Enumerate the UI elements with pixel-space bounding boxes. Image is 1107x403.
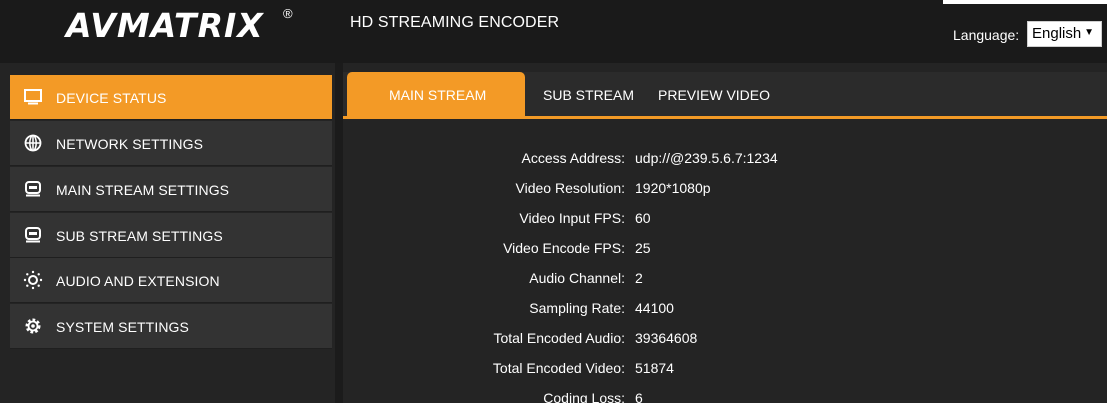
tab-main-stream[interactable]: MAIN STREAM: [347, 72, 525, 116]
status-row: Access Address: udp://@239.5.6.7:1234: [343, 145, 1107, 175]
sidebar-item-system-settings[interactable]: SYSTEM SETTINGS: [10, 304, 332, 349]
sidebar-item-device-status[interactable]: DEVICE STATUS: [10, 75, 332, 120]
status-row: Audio Channel: 2: [343, 265, 1107, 295]
status-value: 60: [635, 210, 651, 226]
device-status-content: Access Address: udp://@239.5.6.7:1234 Vi…: [343, 122, 1107, 403]
status-value: 2: [635, 270, 643, 286]
language-select[interactable]: English ▼: [1027, 21, 1102, 47]
tab-label: SUB STREAM: [543, 87, 635, 103]
sidebar-item-sub-stream-settings[interactable]: SUB STREAM SETTINGS: [10, 213, 332, 258]
header-bar: AVMATRIX ® HD STREAMING ENCODER Language…: [0, 0, 1107, 63]
status-key: Video Resolution:: [515, 180, 625, 196]
tab-label: PREVIEW VIDEO: [658, 87, 771, 103]
status-row: Video Resolution: 1920*1080p: [343, 175, 1107, 205]
globe-icon: [24, 134, 42, 152]
sidebar-item-main-stream-settings[interactable]: MAIN STREAM SETTINGS: [10, 167, 332, 212]
gear-icon: [25, 318, 41, 334]
sun-icon: [23, 270, 43, 290]
drive-icon: [25, 181, 41, 197]
brand-logo: AVMATRIX: [66, 6, 264, 45]
monitor-icon: [24, 89, 42, 105]
sidebar-divider: [335, 63, 343, 403]
status-key: Access Address:: [521, 150, 626, 166]
status-value: 25: [635, 240, 651, 256]
status-value: 6: [635, 390, 643, 403]
status-row: Video Encode FPS: 25: [343, 235, 1107, 265]
sidebar-item-label: AUDIO AND EXTENSION: [56, 273, 220, 289]
status-key: Total Encoded Audio:: [493, 330, 625, 346]
status-key: Total Encoded Video:: [492, 360, 625, 376]
registered-mark: ®: [283, 6, 293, 21]
sidebar-item-label: MAIN STREAM SETTINGS: [56, 182, 230, 198]
status-value: 1920*1080p: [635, 180, 711, 196]
status-value: udp://@239.5.6.7:1234: [635, 150, 778, 166]
language-label: Language:: [953, 27, 1020, 43]
tab-label: MAIN STREAM: [389, 87, 487, 103]
tab-preview-video[interactable]: PREVIEW VIDEO: [643, 72, 773, 116]
status-row: Total Encoded Audio: 39364608: [343, 325, 1107, 355]
tab-sub-stream[interactable]: SUB STREAM: [525, 72, 637, 116]
language-select-value: English: [1032, 25, 1082, 42]
status-row: Total Encoded Video: 51874: [343, 355, 1107, 385]
status-row: Sampling Rate: 44100: [343, 295, 1107, 325]
drive-icon: [25, 227, 41, 243]
status-key: Sampling Rate:: [529, 300, 625, 316]
stream-tabs: MAIN STREAM SUB STREAM PREVIEW VIDEO: [343, 72, 1107, 119]
sidebar-item-audio-and-extension[interactable]: AUDIO AND EXTENSION: [10, 258, 332, 303]
sidebar-item-network-settings[interactable]: NETWORK SETTINGS: [10, 121, 332, 166]
sidebar-item-label: SYSTEM SETTINGS: [56, 319, 189, 335]
sidebar-item-label: DEVICE STATUS: [56, 90, 167, 106]
status-row: Coding Loss: 6: [343, 385, 1107, 403]
chevron-down-icon: ▼: [1084, 27, 1094, 38]
status-key: Video Encode FPS:: [503, 240, 625, 256]
sidebar-item-label: NETWORK SETTINGS: [56, 136, 204, 152]
status-value: 39364608: [635, 330, 698, 346]
status-key: Video Input FPS:: [519, 210, 625, 226]
status-key: Audio Channel:: [529, 270, 625, 286]
status-value: 51874: [635, 360, 674, 376]
status-value: 44100: [635, 300, 674, 316]
status-row: Video Input FPS: 60: [343, 205, 1107, 235]
sidebar-item-label: SUB STREAM SETTINGS: [56, 228, 223, 244]
status-key: Coding Loss:: [543, 390, 625, 403]
app-title: HD STREAMING ENCODER: [350, 14, 560, 31]
